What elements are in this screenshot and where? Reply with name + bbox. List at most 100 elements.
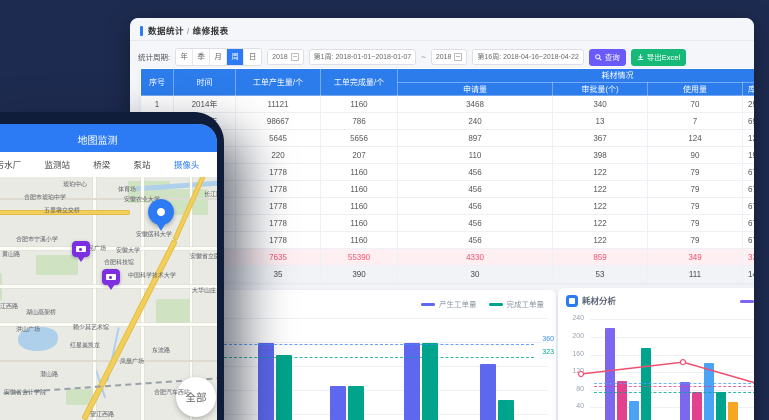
bar: [629, 401, 639, 420]
map-park: [36, 255, 78, 275]
map-label: 五里墩立交桥: [44, 205, 80, 214]
workorder-chart-plot: 360323: [216, 290, 556, 420]
search-icon: [595, 54, 602, 61]
table-row: 52018年177811604561227967: [141, 164, 755, 181]
camera-marker[interactable]: [102, 269, 120, 285]
map-label: 安徽大学: [116, 245, 140, 254]
average-row: 平均值353903053111145: [141, 266, 755, 283]
phone-tab-污水厂[interactable]: 污水厂: [0, 159, 21, 171]
phone-page-title: 地图监测: [0, 132, 217, 147]
map-label: 长江路: [204, 189, 217, 198]
period-option-季[interactable]: 季: [193, 49, 210, 65]
breadcrumb-separator: /: [187, 26, 190, 36]
col-time: 时间: [174, 69, 236, 96]
map-label: 合肥市琥珀中学: [24, 192, 66, 201]
period-option-月[interactable]: 月: [210, 49, 227, 65]
map-label: 凤凰广场: [120, 356, 144, 365]
repair-report-table: 序号 时间 工单产生量/个 工单完成量/个 耗材情况 申请量审批量(个)使用量库…: [140, 68, 754, 283]
end-week-input[interactable]: 第16周: 2018-04-16~2018-04-22: [472, 49, 583, 65]
col-sub: 申请量: [398, 83, 553, 96]
col-sub: 审批量(个): [553, 83, 648, 96]
table-row: 92022年177811604561227967: [141, 232, 755, 249]
map-label: 望江西路: [90, 409, 114, 418]
period-segmented-control: 年季月周日: [175, 48, 262, 66]
period-option-日[interactable]: 日: [244, 49, 261, 65]
reference-line: [594, 383, 754, 384]
y-axis-tick: 200: [562, 333, 584, 340]
y-axis-tick: 40: [562, 403, 584, 410]
total-row: 合计7635553904330859349332: [141, 249, 755, 266]
map-label: 望江西路: [0, 301, 18, 310]
map-label: 赖少其艺术馆: [73, 322, 109, 331]
map-road: [0, 247, 217, 250]
export-excel-button[interactable]: 导出Excel: [631, 49, 686, 66]
query-button[interactable]: 查询: [589, 49, 626, 66]
calendar-icon: [454, 53, 462, 61]
selected-camera-pin[interactable]: [148, 199, 174, 225]
reference-line: [224, 357, 534, 358]
phone-tab-摄像头[interactable]: 摄像头: [174, 159, 200, 171]
bar: [728, 402, 738, 420]
bar: [330, 386, 346, 420]
start-week-input[interactable]: 第1周: 2018-01-01~2018-01-07: [309, 49, 416, 65]
bar: [641, 348, 651, 420]
bar: [404, 343, 420, 420]
title-divider: [130, 40, 754, 41]
download-icon: [637, 54, 644, 61]
workorder-chart-panel: 产生工单量完成工单量 360323: [216, 290, 556, 420]
breadcrumb-section: 数据统计: [148, 26, 184, 36]
period-option-年[interactable]: 年: [176, 49, 193, 65]
map-all-button[interactable]: 全部: [176, 377, 216, 417]
breadcrumb: 数据统计 / 维修报表: [140, 25, 229, 37]
bar: [692, 392, 702, 420]
y-axis-tick: 120: [562, 368, 584, 375]
map-park: [156, 299, 192, 325]
range-separator: ~: [421, 53, 426, 62]
col-sub: 库存量: [743, 83, 755, 96]
col-sub: 使用量: [648, 83, 743, 96]
title-accent-bar: [140, 26, 143, 36]
table-row: 72020年177811604561227967: [141, 198, 755, 215]
map-label: 合肥市宁溪小学: [16, 234, 58, 243]
map-label: 红星美凯龙: [70, 340, 100, 349]
map-label: 体育场: [118, 184, 136, 193]
table-row: 32016年56455656897367124129: [141, 130, 755, 147]
screenshot-stage: 数据统计 / 维修报表 统计周期: 年季月周日 2018 第1周: 2018-0…: [0, 0, 769, 420]
map-label: 洪山广场: [16, 324, 40, 333]
map-label: 安徽省立医院: [190, 251, 217, 260]
table-row: 62019年177811604561227967: [141, 181, 755, 198]
bar: [258, 343, 274, 420]
end-year-select[interactable]: 2018: [431, 49, 468, 65]
col-completed: 工单完成量/个: [321, 69, 398, 96]
map-label: 湖山高架桥: [26, 307, 56, 316]
bar: [480, 364, 496, 420]
table-row: 22015年98667786240137690: [141, 113, 755, 130]
phone-tab-泵站[interactable]: 泵站: [134, 159, 151, 171]
map-label: 中国科学技术大学: [128, 270, 176, 279]
bar: [680, 382, 690, 420]
reference-line: [594, 386, 754, 387]
phone-tab-监测站[interactable]: 监测站: [44, 159, 70, 171]
bar: [276, 355, 292, 420]
table-row: 42017年2202071103989019: [141, 147, 755, 164]
period-label: 统计周期:: [138, 52, 170, 63]
y-axis-tick: 240: [562, 315, 584, 322]
map-label: 合肥科技馆: [104, 257, 134, 266]
col-created: 工单产生量/个: [236, 69, 321, 96]
breadcrumb-page: 维修报表: [193, 26, 229, 36]
map-view[interactable]: › 全部 琥珀中心体育场合肥市琥珀中学安徽农业大学长江路五里墩立交桥安徽医科大学…: [0, 177, 217, 420]
y-axis-tick: 80: [562, 386, 584, 393]
filter-bar: 统计周期: 年季月周日 2018 第1周: 2018-01-01~2018-01…: [138, 46, 686, 68]
start-year-select[interactable]: 2018: [267, 49, 304, 65]
map-label: 琥珀中心: [63, 179, 87, 188]
phone-tab-桥梁[interactable]: 桥梁: [93, 159, 110, 171]
map-label: 合肥汽车西站: [154, 387, 190, 396]
map-label: 大华山庄: [192, 285, 216, 294]
consumables-chart-panel: 耗材分析 2402001601208040: [558, 288, 754, 420]
reference-line-label: 323: [542, 349, 554, 356]
phone-mockup: ‹ 地图监测 污水厂监测站桥梁泵站摄像头: [0, 112, 224, 420]
col-index: 序号: [141, 69, 174, 96]
camera-marker[interactable]: [72, 241, 90, 257]
period-option-周[interactable]: 周: [227, 49, 244, 65]
map-label: 黄山路: [2, 249, 20, 258]
